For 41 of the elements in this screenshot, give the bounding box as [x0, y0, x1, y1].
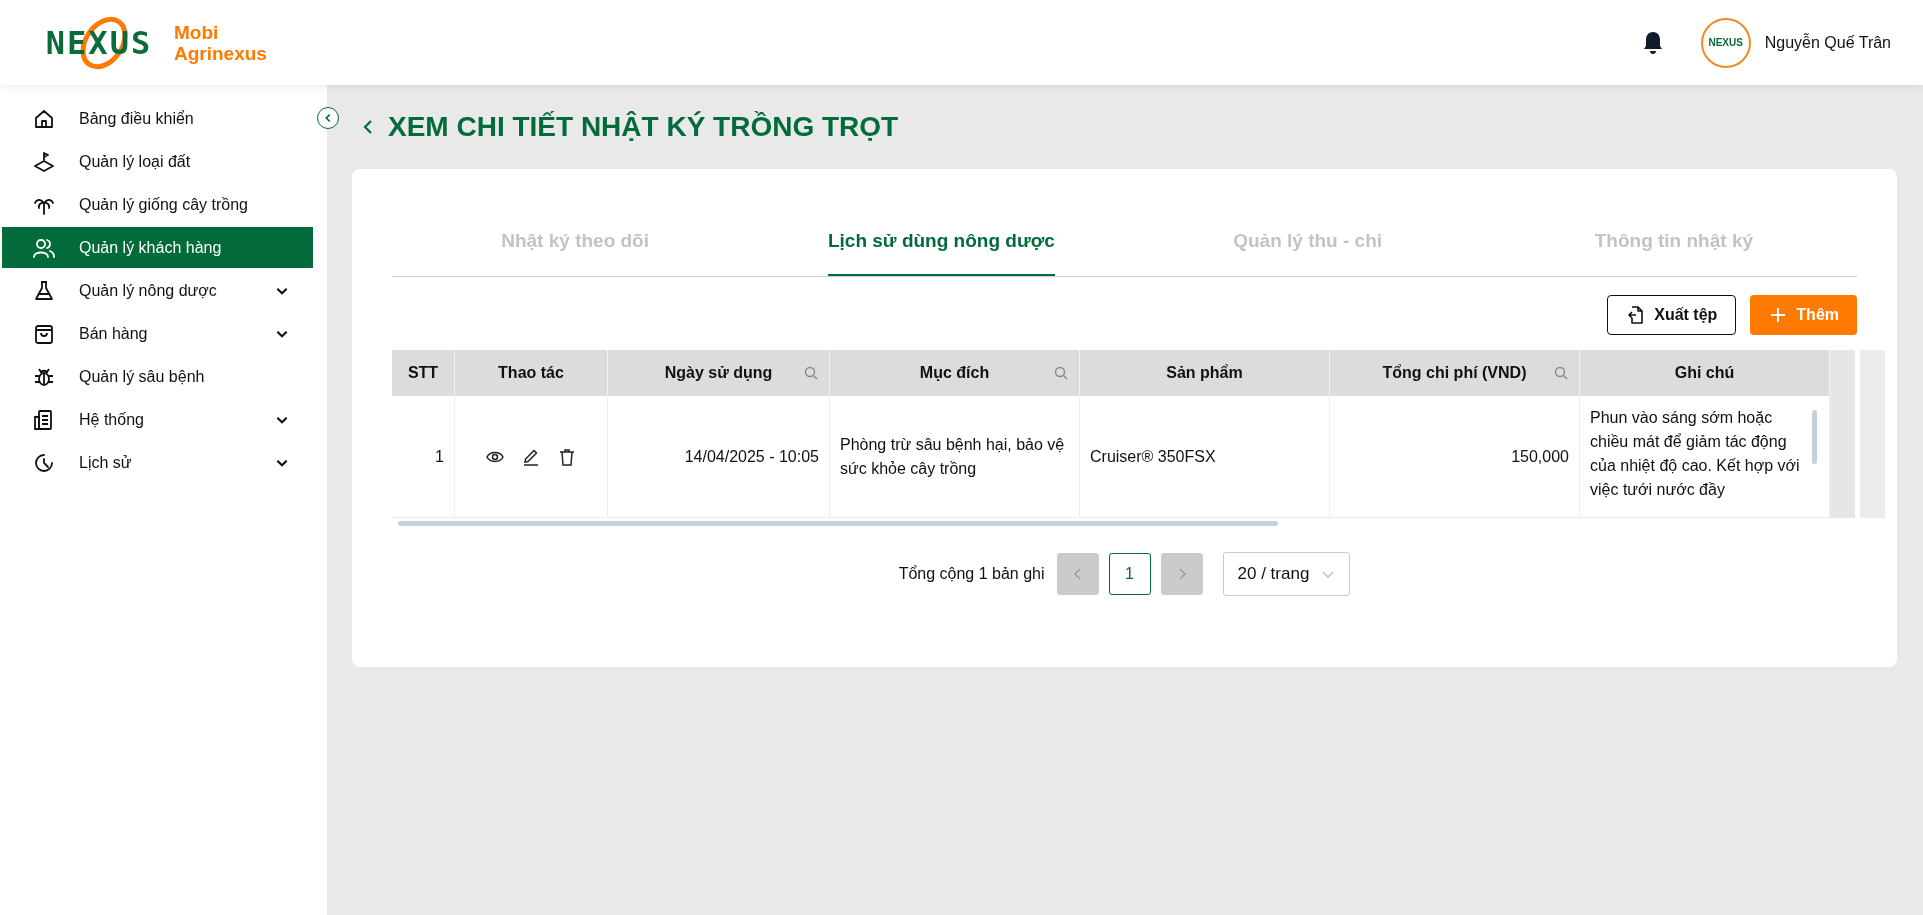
- tab[interactable]: Lịch sử dùng nông dược: [827, 207, 1055, 276]
- sidebar-item[interactable]: Quản lý khách hàng: [2, 227, 313, 268]
- table-cell: 14/04/2025 - 10:05: [608, 396, 830, 518]
- sidebar-item[interactable]: Hệ thống: [2, 399, 313, 440]
- export-button[interactable]: Xuất tệp: [1607, 295, 1737, 335]
- sidebar-item[interactable]: Quản lý sâu bệnh: [2, 356, 313, 397]
- sidebar-item[interactable]: Quản lý giống cây trồng: [2, 184, 313, 225]
- column-title: Sản phẩm: [1166, 364, 1243, 382]
- brand-name: Agrinexus: [174, 42, 267, 64]
- table-cell: 150,000: [1330, 396, 1580, 518]
- scrollbar-thumb[interactable]: [398, 520, 1278, 526]
- table-cell: 1: [392, 396, 455, 518]
- column-title: Ghi chú: [1674, 364, 1735, 382]
- column-title: Tổng chi phí (VND): [1382, 364, 1527, 382]
- search-icon[interactable]: [1053, 365, 1069, 381]
- user-avatar[interactable]: NEXUS: [1700, 17, 1751, 68]
- column-title: STT: [407, 364, 439, 382]
- sidebar-item[interactable]: Lịch sử: [2, 442, 313, 483]
- search-icon[interactable]: [1553, 365, 1569, 381]
- column-title: Thao tác: [498, 364, 564, 382]
- table-cell: Cruiser® 350FSX: [1080, 396, 1330, 518]
- scrollbar-thumb[interactable]: [1812, 410, 1817, 464]
- collapse-sidebar-button[interactable]: [317, 107, 339, 129]
- page-size-select[interactable]: 20 / trang: [1222, 552, 1351, 596]
- sidebar-item[interactable]: Quản lý loại đất: [2, 141, 313, 182]
- sidebar-item[interactable]: Bảng điều khiển: [2, 98, 313, 139]
- page-title: XEM CHI TIẾT NHẬT KÝ TRỒNG TRỌT: [388, 111, 899, 143]
- user-name[interactable]: Nguyễn Quế Trân: [1764, 33, 1891, 52]
- column-title: Mục đích: [919, 364, 990, 382]
- column-title: Ngày sử dụng: [664, 364, 773, 382]
- delete-icon[interactable]: [557, 446, 577, 467]
- table-cell: Phòng trừ sâu bệnh hại, bảo vệ sức khỏe cây trồng: [830, 396, 1080, 518]
- brand-name: Mobi: [174, 21, 220, 43]
- total-count: Tổng cộng 1 bản ghi: [898, 565, 1045, 583]
- sidebar-item[interactable]: Bán hàng: [2, 313, 313, 354]
- soil-icon: [32, 149, 56, 174]
- page-button[interactable]: 1: [1108, 553, 1151, 595]
- chevron-left-icon[interactable]: [323, 113, 333, 123]
- flask-icon: [32, 278, 56, 303]
- sidebar-item[interactable]: Quản lý nông dược: [2, 270, 313, 311]
- search-icon[interactable]: [803, 365, 819, 381]
